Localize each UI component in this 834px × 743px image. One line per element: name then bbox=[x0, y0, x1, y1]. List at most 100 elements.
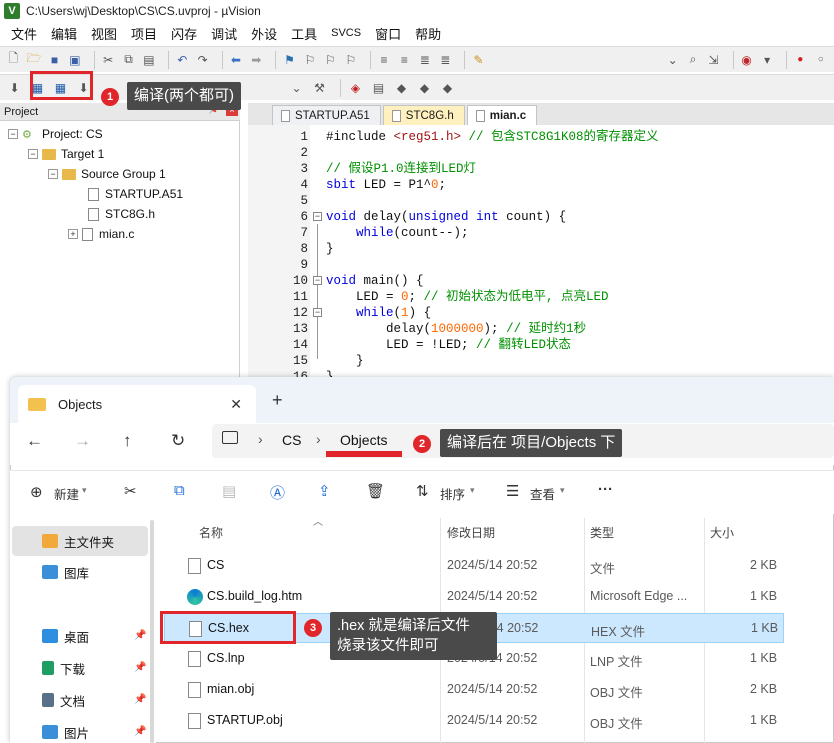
tab-stc8g[interactable]: STC8G.h bbox=[382, 105, 465, 125]
pin-icon[interactable]: 📌 bbox=[134, 726, 146, 737]
up-arrow-icon[interactable]: ↑ bbox=[123, 431, 132, 451]
code-line[interactable]: delay(1000000); // 延时约1秒 bbox=[326, 321, 586, 337]
nav-back-icon[interactable]: ⬅ bbox=[229, 51, 243, 68]
open-file-icon[interactable]: 🗁 bbox=[26, 51, 41, 68]
breadcrumb-cs[interactable]: CS bbox=[282, 432, 301, 448]
run-time-env-icon[interactable]: ◆ bbox=[439, 79, 456, 96]
select-packs-icon[interactable]: ◆ bbox=[393, 79, 410, 96]
menu-edit[interactable]: 编辑 bbox=[44, 24, 84, 43]
save-all-icon[interactable]: ▣ bbox=[68, 51, 82, 68]
debug-dropdown-icon[interactable]: ▾ bbox=[760, 51, 774, 68]
tab-mian[interactable]: mian.c bbox=[466, 105, 538, 125]
new-file-icon[interactable]: 🗋 bbox=[6, 51, 20, 68]
refresh-icon[interactable]: ↻ bbox=[171, 431, 185, 451]
nav-downloads[interactable]: 下载 bbox=[42, 654, 85, 682]
menu-window[interactable]: 窗口 bbox=[368, 24, 408, 43]
fold-toggle-icon[interactable]: − bbox=[313, 308, 322, 317]
collapse-icon[interactable]: − bbox=[48, 169, 58, 179]
file-row[interactable]: STARTUP.obj 2024/5/14 20:52 OBJ 文件 1 KB bbox=[164, 706, 784, 736]
column-type[interactable]: 类型 bbox=[590, 524, 614, 541]
new-button[interactable]: 新建 bbox=[54, 484, 79, 503]
menu-tools[interactable]: 工具 bbox=[284, 24, 324, 43]
pack-installer-icon[interactable]: ◆ bbox=[416, 79, 433, 96]
nav-forward-icon[interactable]: ➡ bbox=[249, 51, 263, 68]
pin-icon[interactable]: 📌 bbox=[134, 694, 146, 705]
column-size[interactable]: 大小 bbox=[710, 524, 734, 541]
breakpoint-icon[interactable]: ● bbox=[793, 51, 807, 68]
nav-gallery[interactable]: 图库 bbox=[42, 558, 89, 586]
tree-source-group[interactable]: − Source Group 1 bbox=[48, 165, 166, 183]
menu-file[interactable]: 文件 bbox=[4, 24, 44, 43]
paste-icon[interactable]: ▤ bbox=[142, 51, 156, 68]
save-icon[interactable]: ■ bbox=[47, 51, 61, 68]
nav-home[interactable]: 主文件夹 bbox=[42, 527, 114, 555]
paste-icon[interactable]: ▤ bbox=[222, 482, 236, 500]
nav-pictures[interactable]: 图片 bbox=[42, 718, 89, 743]
nav-scrollbar[interactable] bbox=[150, 520, 154, 743]
new-icon[interactable]: ⊕ bbox=[30, 483, 43, 501]
cut-icon[interactable]: ✂ bbox=[101, 51, 115, 68]
unindent-icon[interactable]: ≡ bbox=[397, 51, 411, 68]
code-line[interactable]: void delay(unsigned int count) { bbox=[326, 209, 566, 225]
tree-project-root[interactable]: − ⚙ Project: CS bbox=[8, 125, 103, 143]
collapse-icon[interactable]: − bbox=[28, 149, 38, 159]
redo-icon[interactable]: ↷ bbox=[195, 51, 209, 68]
file-row[interactable]: CS 2024/5/14 20:52 文件 2 KB bbox=[164, 551, 784, 581]
tab-startup[interactable]: STARTUP.A51 bbox=[272, 105, 381, 125]
menu-flash[interactable]: 闪存 bbox=[164, 24, 204, 43]
menu-debug[interactable]: 调试 bbox=[204, 24, 244, 43]
rename-icon[interactable]: Ⓐ bbox=[270, 482, 285, 503]
target-options-icon[interactable]: ⚒ bbox=[311, 79, 328, 96]
new-tab-icon[interactable]: + bbox=[272, 390, 283, 411]
file-row[interactable]: mian.obj 2024/5/14 20:52 OBJ 文件 2 KB bbox=[164, 675, 784, 705]
code-line[interactable]: } bbox=[326, 241, 334, 257]
sort-button[interactable]: 排序 bbox=[440, 484, 465, 503]
menu-project[interactable]: 项目 bbox=[124, 24, 164, 43]
code-line[interactable]: while(1) { bbox=[326, 305, 431, 321]
pin-icon[interactable]: 📌 bbox=[134, 630, 146, 641]
menu-peripherals[interactable]: 外设 bbox=[244, 24, 284, 43]
forward-arrow-icon[interactable]: → bbox=[74, 431, 91, 451]
view-icon[interactable]: ☰ bbox=[506, 482, 519, 500]
tree-file[interactable]: STC8G.h bbox=[88, 205, 155, 223]
file-row[interactable]: CS.build_log.htm 2024/5/14 20:52 Microsoft… bbox=[164, 582, 784, 612]
bookmark-next-icon[interactable]: ⚐ bbox=[323, 51, 337, 68]
bookmark-icon[interactable]: ⚑ bbox=[282, 51, 296, 68]
collapse-icon[interactable]: − bbox=[8, 129, 18, 139]
delete-icon[interactable]: 🗑 bbox=[366, 482, 385, 500]
more-options-button[interactable]: ··· bbox=[598, 481, 613, 498]
find-in-files-icon[interactable]: ✎ bbox=[471, 51, 485, 68]
close-icon[interactable]: ✕ bbox=[230, 396, 242, 413]
menu-svcs[interactable]: SVCS bbox=[324, 27, 368, 39]
breakpoint-disable-icon[interactable]: ○ bbox=[814, 51, 828, 68]
find-dropdown-icon[interactable]: ⌄ bbox=[665, 51, 679, 68]
debug-icon[interactable]: ◉ bbox=[739, 51, 753, 68]
code-line[interactable]: LED = !LED; // 翻转LED状态 bbox=[326, 337, 571, 353]
column-name[interactable]: 名称 bbox=[199, 524, 223, 541]
code-line[interactable]: // 假设P1.0连接到LED灯 bbox=[326, 161, 476, 177]
code-line[interactable]: #include <reg51.h> // 包含STC8G1K08的寄存器定义 bbox=[326, 129, 659, 145]
comment-icon[interactable]: ≣ bbox=[418, 51, 432, 68]
bookmark-prev-icon[interactable]: ⚐ bbox=[303, 51, 317, 68]
code-line[interactable]: LED = 0; // 初始状态为低电平, 点亮LED bbox=[326, 289, 609, 305]
explorer-tab[interactable]: Objects ✕ bbox=[18, 385, 256, 423]
tree-file[interactable]: + mian.c bbox=[68, 225, 134, 243]
pin-icon[interactable]: 📌 bbox=[134, 662, 146, 673]
tree-target[interactable]: − Target 1 bbox=[28, 145, 104, 163]
find-icon[interactable]: ⌕ bbox=[686, 51, 700, 68]
column-date[interactable]: 修改日期 bbox=[447, 524, 495, 541]
tree-file[interactable]: STARTUP.A51 bbox=[88, 185, 183, 203]
undo-icon[interactable]: ↶ bbox=[175, 51, 189, 68]
file-extensions-icon[interactable]: ▤ bbox=[370, 79, 387, 96]
code-line[interactable]: } bbox=[326, 353, 364, 369]
nav-desktop[interactable]: 桌面 bbox=[42, 622, 89, 650]
view-button[interactable]: 查看 bbox=[530, 484, 555, 503]
cut-icon[interactable]: ✂ bbox=[124, 482, 137, 500]
expand-icon[interactable]: + bbox=[68, 229, 78, 239]
copy-icon[interactable]: ⧉ bbox=[174, 482, 185, 499]
code-line[interactable]: sbit LED = P1^0; bbox=[326, 177, 446, 193]
target-dropdown-icon[interactable]: ⌄ bbox=[288, 79, 305, 96]
bookmark-clear-icon[interactable]: ⚐ bbox=[344, 51, 358, 68]
sort-icon[interactable]: ⇅ bbox=[416, 482, 429, 500]
breadcrumb-objects[interactable]: Objects bbox=[340, 432, 387, 448]
